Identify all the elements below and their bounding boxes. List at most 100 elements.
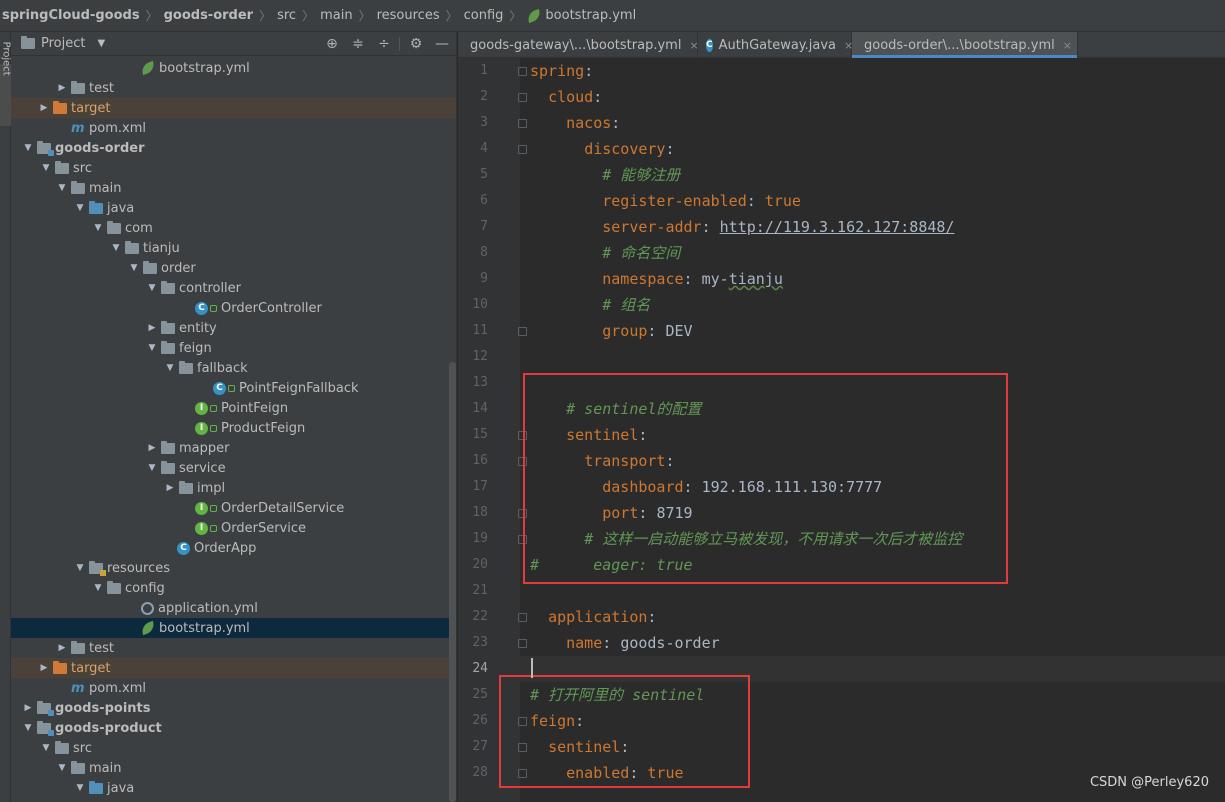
chevron-down-icon[interactable]: ▼ [145, 463, 159, 473]
chevron-right-icon[interactable]: ▶ [37, 663, 51, 673]
chevron-down-icon[interactable]: ▼ [39, 163, 53, 173]
project-view-selector[interactable]: Project [41, 36, 85, 51]
tree-item[interactable]: ▼ goods-product [11, 718, 456, 738]
chevron-down-icon[interactable]: ▼ [21, 723, 35, 733]
tree-item[interactable]: ▶ entity [11, 318, 456, 338]
tree-item[interactable]: ▶ test [11, 78, 456, 98]
chevron-right-icon[interactable]: ▶ [163, 483, 177, 493]
chevron-right-icon[interactable]: ▶ [55, 83, 69, 93]
tree-item[interactable]: I OrderService [11, 518, 456, 538]
tree-item[interactable]: ▼ fallback [11, 358, 456, 378]
chevron-down-icon[interactable]: ▼ [109, 243, 123, 253]
fold-marker-icon[interactable] [518, 145, 527, 154]
tree-item[interactable]: ▶ impl [11, 478, 456, 498]
chevron-down-icon[interactable]: ▼ [73, 783, 87, 793]
tree-item[interactable]: ▶ test [11, 638, 456, 658]
tree-item[interactable]: ▼ src [11, 738, 456, 758]
breadcrumb-separator: 〉 [302, 9, 315, 23]
chevron-down-icon[interactable]: ▼ [163, 363, 177, 373]
tree-item[interactable]: ▼ controller [11, 278, 456, 298]
close-icon[interactable]: × [1063, 39, 1072, 52]
fold-marker-icon[interactable] [518, 613, 527, 622]
chevron-down-icon[interactable]: ▼ [39, 743, 53, 753]
tree-item[interactable]: m pom.xml [11, 118, 456, 138]
breadcrumb-item-project[interactable]: springCloud-goods [2, 8, 140, 23]
tree-item[interactable]: C PointFeignFallback [11, 378, 456, 398]
chevron-right-icon[interactable]: ▶ [55, 643, 69, 653]
chevron-down-icon[interactable]: ▼ [91, 583, 105, 593]
tree-item[interactable]: ▼ main [11, 178, 456, 198]
tree-item[interactable]: ▼ service [11, 458, 456, 478]
line-number: 27 [472, 739, 488, 754]
tree-item[interactable]: ▼ config [11, 578, 456, 598]
tree-item[interactable]: ▶ goods-points [11, 698, 456, 718]
tree-item[interactable]: ▼ main [11, 758, 456, 778]
tree-item[interactable]: ▼ resources [11, 558, 456, 578]
tab-order-bootstrap[interactable]: goods-order\...\bootstrap.yml × [852, 32, 1078, 58]
chevron-down-icon[interactable]: ▼ [73, 563, 87, 573]
collapse-all-icon[interactable]: ÷ [375, 35, 393, 53]
watermark: CSDN @Perley620 [1089, 775, 1209, 790]
fold-marker-icon[interactable] [518, 93, 527, 102]
expand-all-icon[interactable]: ≑ [349, 35, 367, 53]
tree-item[interactable]: ▼ java [11, 198, 456, 218]
tree-item-label: src [73, 740, 92, 756]
tree-item[interactable]: ▶ target [11, 98, 456, 118]
fold-marker-icon[interactable] [518, 119, 527, 128]
tree-item[interactable]: ▼ com [11, 218, 456, 238]
chevron-right-icon[interactable]: ▶ [145, 323, 159, 333]
fold-marker-icon[interactable] [518, 327, 527, 336]
fold-marker-icon[interactable] [518, 67, 527, 76]
breadcrumb-item-config[interactable]: config [464, 8, 504, 23]
tree-item[interactable]: ▼ src [11, 158, 456, 178]
hide-icon[interactable]: — [433, 35, 451, 53]
tree-item[interactable]: I PointFeign [11, 398, 456, 418]
line-number: 20 [472, 557, 488, 572]
chevron-down-icon[interactable]: ▼ [145, 343, 159, 353]
tab-gateway-bootstrap[interactable]: goods-gateway\...\bootstrap.yml × [458, 32, 699, 58]
breadcrumb-item-resources[interactable]: resources [377, 8, 440, 23]
tree-item[interactable]: ▶ target [11, 658, 456, 678]
chevron-down-icon[interactable]: ▼ [55, 183, 69, 193]
locate-icon[interactable]: ⊕ [323, 35, 341, 53]
chevron-right-icon[interactable]: ▶ [37, 103, 51, 113]
tree-item[interactable]: C OrderController [11, 298, 456, 318]
breadcrumb-item-src[interactable]: src [277, 8, 296, 23]
tree-item[interactable]: ▼ goods-order [11, 138, 456, 158]
breadcrumb-item-main[interactable]: main [320, 8, 352, 23]
chevron-down-icon[interactable]: ▼ [127, 263, 141, 273]
tree-item[interactable]: C OrderApp [11, 538, 456, 558]
tree-item[interactable]: ▼ feign [11, 338, 456, 358]
tab-authgateway[interactable]: C AuthGateway.java × [698, 32, 853, 58]
tree-item-label: order [161, 260, 196, 276]
fold-marker-icon[interactable] [518, 639, 527, 648]
tree-item[interactable]: ▼ tianju [11, 238, 456, 258]
tree-item[interactable]: ▶ mapper [11, 438, 456, 458]
chevron-down-icon[interactable]: ▼ [21, 143, 35, 153]
folder-blue-icon [89, 200, 103, 214]
gear-icon[interactable]: ⚙ [407, 35, 425, 53]
chevron-down-icon[interactable]: ▼ [73, 203, 87, 213]
tree-item[interactable]: bootstrap.yml [11, 618, 456, 638]
chevron-right-icon[interactable]: ▶ [145, 443, 159, 453]
chevron-down-icon[interactable]: ▼ [97, 38, 105, 49]
code-line: name: goods-order [566, 634, 720, 652]
tree-item[interactable]: m pom.xml [11, 678, 456, 698]
chevron-down-icon[interactable]: ▼ [91, 223, 105, 233]
tree-item[interactable]: bootstrap.yml [11, 58, 456, 78]
breadcrumb-item-file[interactable]: bootstrap.yml [545, 8, 636, 23]
tree-item[interactable]: application.yml [11, 598, 456, 618]
scrollbar[interactable] [449, 362, 456, 802]
breadcrumb-item-module[interactable]: goods-order [164, 8, 253, 23]
tree-item[interactable]: ▼ java [11, 778, 456, 798]
folder-orange-icon [53, 660, 67, 674]
yml-icon [139, 620, 157, 636]
tree-item[interactable]: I OrderDetailService [11, 498, 456, 518]
highlight-box-feign-sentinel [499, 675, 750, 788]
tree-item[interactable]: ▼ order [11, 258, 456, 278]
chevron-right-icon[interactable]: ▶ [21, 703, 35, 713]
tree-item[interactable]: I ProductFeign [11, 418, 456, 438]
chevron-down-icon[interactable]: ▼ [55, 763, 69, 773]
code-line: register-enabled: true [602, 192, 801, 210]
chevron-down-icon[interactable]: ▼ [145, 283, 159, 293]
